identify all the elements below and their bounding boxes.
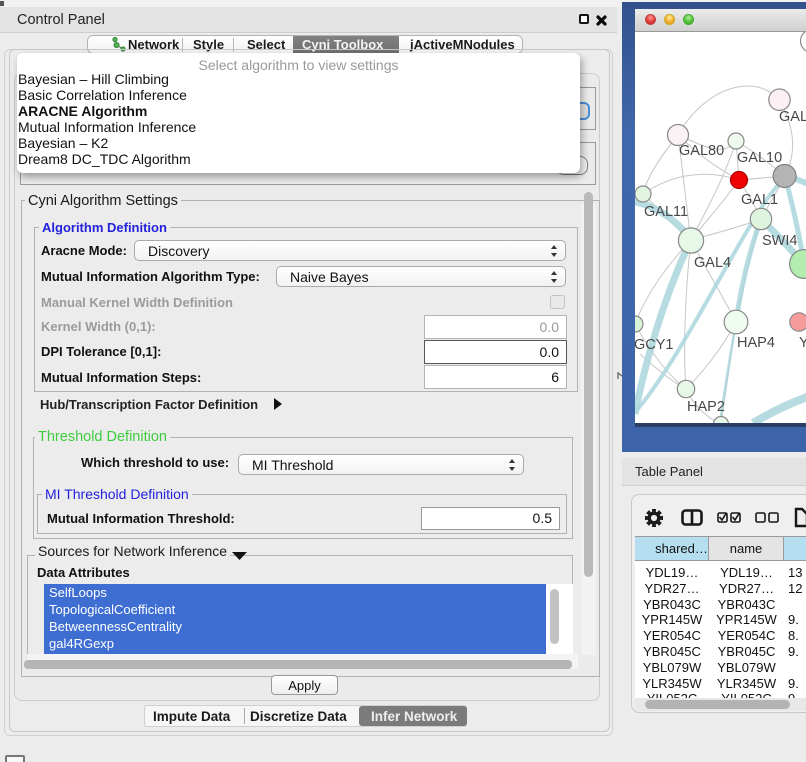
svg-text:Y: Y — [799, 335, 806, 351]
svg-text:HAP2: HAP2 — [687, 399, 725, 415]
svg-text:GAL1: GAL1 — [741, 192, 778, 208]
svg-text:GAL10: GAL10 — [737, 150, 782, 166]
svg-text:GAL4: GAL4 — [694, 255, 731, 271]
svg-text:SWI4: SWI4 — [762, 233, 797, 249]
svg-text:GAL80: GAL80 — [679, 143, 724, 159]
svg-text:GAL: GAL — [779, 109, 806, 125]
svg-text:GCY1: GCY1 — [635, 337, 674, 353]
svg-text:GAL11: GAL11 — [644, 204, 688, 220]
svg-text:HAP4: HAP4 — [737, 335, 775, 351]
